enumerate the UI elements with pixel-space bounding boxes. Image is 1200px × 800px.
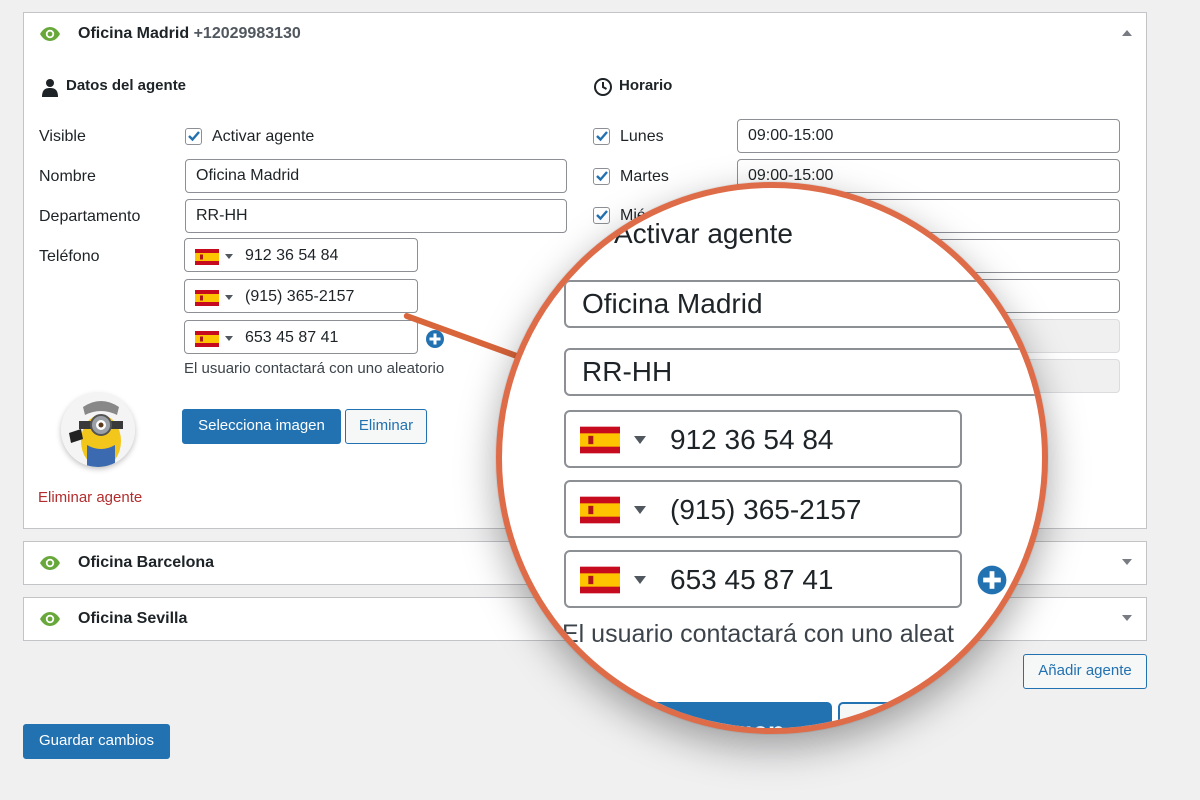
- department-label: Departamento: [39, 208, 141, 225]
- activate-agent-label: Activar agente: [212, 128, 315, 145]
- phone-input-2[interactable]: (915) 365-2157: [184, 279, 418, 313]
- magnified-button-label: imagen: [686, 716, 786, 734]
- name-label: Nombre: [39, 168, 96, 185]
- spain-flag-icon[interactable]: [195, 290, 219, 306]
- triangle-down-icon[interactable]: [1122, 558, 1132, 566]
- tuesday-checkbox[interactable]: [593, 168, 610, 185]
- triangle-down-icon[interactable]: [1122, 614, 1132, 622]
- magnified-phone-2: (915) 365-2157: [564, 480, 962, 538]
- magnified-activate-label: Activar agente: [614, 218, 793, 249]
- agent-data-title: Datos del agente: [66, 77, 187, 94]
- magnified-name-input: Oficina Madrid: [564, 280, 1042, 328]
- plus-circle-icon: [977, 565, 1007, 595]
- agent-name: Oficina Madrid: [78, 25, 190, 42]
- spain-flag-icon[interactable]: [195, 331, 219, 347]
- agent-phone: +12029983130: [193, 25, 301, 42]
- magnified-view: Activar agente Oficina Madrid RR-HH 912 …: [502, 188, 1042, 734]
- monday-checkbox[interactable]: [593, 128, 610, 145]
- eye-icon[interactable]: [39, 26, 61, 42]
- minion-avatar-image: [61, 393, 135, 467]
- spain-flag-icon[interactable]: [195, 249, 219, 265]
- agent-panel-header[interactable]: Oficina Madrid +12029983130: [24, 13, 1146, 57]
- phone-number: 653 45 87 41: [245, 329, 339, 346]
- magnified-phone-3: 653 45 87 41: [564, 550, 962, 608]
- spain-flag-icon: [580, 426, 620, 454]
- phone-input-1[interactable]: 912 36 54 84: [184, 238, 418, 272]
- caret-down-icon[interactable]: [225, 295, 233, 300]
- triangle-up-icon[interactable]: [1122, 29, 1132, 37]
- agent-name: Oficina Barcelona: [78, 554, 215, 571]
- save-changes-button[interactable]: Guardar cambios: [23, 724, 170, 759]
- spain-flag-icon: [580, 496, 620, 524]
- random-contact-note: El usuario contactará con uno aleatorio: [184, 360, 445, 377]
- magnified-note: El usuario contactará con uno aleat: [562, 620, 954, 648]
- phone-input-3[interactable]: 653 45 87 41: [184, 320, 418, 354]
- phone-number: (915) 365-2157: [245, 288, 355, 305]
- visible-label: Visible: [39, 128, 86, 145]
- monday-label: Lunes: [620, 128, 664, 145]
- phone-number: 912 36 54 84: [245, 247, 339, 264]
- caret-down-icon: [634, 436, 646, 444]
- spain-flag-icon: [580, 566, 620, 594]
- select-image-button[interactable]: Selecciona imagen: [182, 409, 341, 444]
- magnified-phone-number: 653 45 87 41: [670, 564, 834, 595]
- magnified-phone-number: (915) 365-2157: [670, 494, 862, 525]
- tuesday-label: Martes: [620, 168, 669, 185]
- magnified-department-input: RR-HH: [564, 348, 1042, 396]
- agent-name: Oficina Sevilla: [78, 610, 188, 627]
- user-icon: [42, 79, 58, 97]
- magnified-phone-1: 912 36 54 84: [564, 410, 962, 468]
- eye-icon[interactable]: [39, 611, 61, 627]
- caret-down-icon: [634, 576, 646, 584]
- magnifier-lens: Activar agente Oficina Madrid RR-HH 912 …: [496, 182, 1048, 734]
- eye-icon[interactable]: [39, 555, 61, 571]
- agent-avatar: [61, 393, 135, 467]
- phone-label: Teléfono: [39, 248, 100, 265]
- clock-icon: [594, 78, 612, 96]
- monday-hours-input[interactable]: [737, 119, 1120, 153]
- agent-title: Oficina Madrid +12029983130: [78, 25, 301, 43]
- remove-image-button[interactable]: Eliminar: [345, 409, 427, 444]
- magnified-remove-button: [838, 702, 988, 728]
- checkmark-icon: [596, 131, 608, 142]
- magnified-select-image-button: imagen: [640, 702, 832, 734]
- checkmark-icon: [188, 131, 200, 142]
- magnified-phone-number: 912 36 54 84: [670, 424, 834, 455]
- activate-agent-checkbox[interactable]: [185, 128, 202, 145]
- caret-down-icon: [634, 506, 646, 514]
- caret-down-icon[interactable]: [225, 336, 233, 341]
- delete-agent-link[interactable]: Eliminar agente: [38, 489, 142, 506]
- checkmark-icon: [596, 171, 608, 182]
- schedule-title: Horario: [619, 77, 673, 94]
- caret-down-icon[interactable]: [225, 254, 233, 259]
